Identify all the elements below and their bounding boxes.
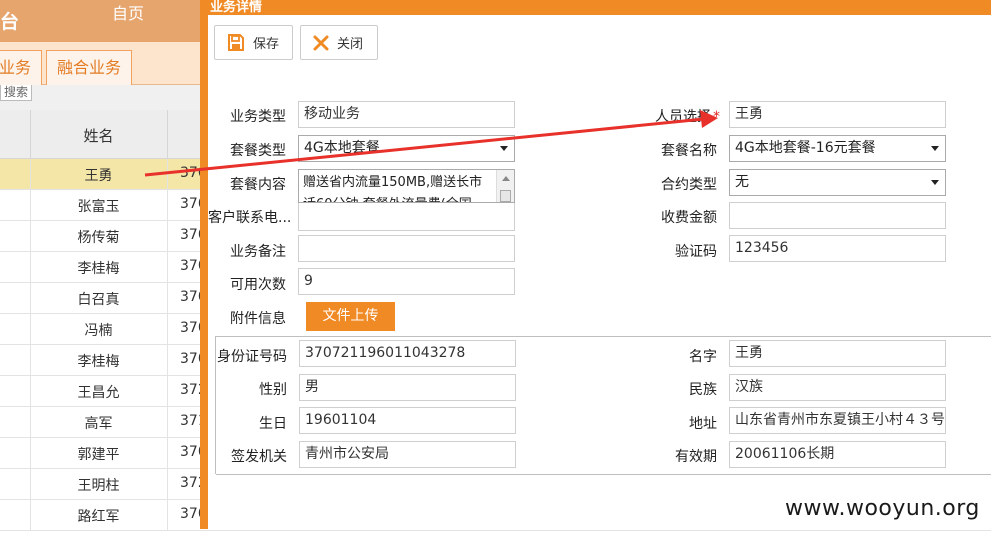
package-name-label: 套餐名称 <box>661 143 717 159</box>
business-note-label: 业务备注 <box>230 244 286 260</box>
birth-date-label: 生日 <box>259 416 287 432</box>
birth-date-field[interactable]: 19601104 <box>299 407 516 434</box>
package-content-line-2: 话60分钟,套餐外流量费(全国 <box>303 194 492 202</box>
row-name-cell: 王昌允 <box>77 385 120 401</box>
row-name-cell: 冯楠 <box>84 323 113 339</box>
usage-count-field[interactable]: 9 <box>298 268 515 295</box>
file-upload-button[interactable]: 文件上传 <box>306 302 395 331</box>
chevron-down-icon <box>931 146 939 151</box>
required-mark: * <box>713 109 720 125</box>
usage-count-label: 可用次数 <box>230 277 286 293</box>
row-name-cell: 白召真 <box>77 292 120 308</box>
save-button-label: 保存 <box>253 37 280 52</box>
id-number-label: 身份证号码 <box>217 349 287 365</box>
address-label: 地址 <box>689 416 717 432</box>
ethnicity-field[interactable]: 汉族 <box>729 374 946 401</box>
row-name-cell: 杨传菊 <box>77 230 120 246</box>
package-content-text: 赠送省内流量150MB,赠送长市 话60分钟,套餐外流量费(全国 <box>303 172 492 202</box>
ethnicity-label: 民族 <box>689 382 717 398</box>
package-content-line-1: 赠送省内流量150MB,赠送长市 <box>303 175 483 190</box>
verification-code-field[interactable]: 123456 <box>729 235 946 262</box>
scroll-up-icon[interactable] <box>502 176 510 181</box>
fee-amount-field[interactable] <box>729 202 946 229</box>
package-name-value: 4G本地套餐-16元套餐 <box>735 140 876 156</box>
chevron-down-icon <box>931 180 939 185</box>
section-divider-bottom <box>216 474 991 475</box>
dialog-title: 业务详情 <box>210 0 263 15</box>
save-icon <box>228 33 244 51</box>
customer-contact-label: 客户联系电... <box>208 210 292 226</box>
row-name-cell: 王明柱 <box>77 478 120 494</box>
fee-amount-label: 收费金额 <box>661 210 717 226</box>
package-name-select[interactable]: 4G本地套餐-16元套餐 <box>729 135 946 162</box>
issuing-authority-label: 签发机关 <box>231 449 287 465</box>
business-type-label: 业务类型 <box>230 109 286 125</box>
business-type-field[interactable]: 移动业务 <box>298 101 515 128</box>
close-icon <box>313 35 329 50</box>
package-type-select[interactable]: 4G本地套餐 <box>298 135 515 162</box>
id-name-label: 名字 <box>689 349 717 365</box>
package-type-label: 套餐类型 <box>230 143 286 159</box>
package-content-label: 套餐内容 <box>230 177 286 193</box>
search-button[interactable]: 搜索 <box>0 85 32 101</box>
business-detail-dialog: 业务详情 保存 关闭 业务类型 移动业务 套餐类型 4G本地套餐 套餐内容 赠送… <box>200 0 991 529</box>
dialog-body: 保存 关闭 业务类型 移动业务 套餐类型 4G本地套餐 套餐内容 赠送省内流量1… <box>208 15 991 529</box>
section-divider-top <box>216 336 991 337</box>
person-select-label: 人员选择 * <box>628 106 720 126</box>
gender-field[interactable]: 男 <box>299 374 516 401</box>
textarea-scrollbar[interactable] <box>496 170 514 202</box>
scroll-grip-icon[interactable] <box>500 190 511 202</box>
contract-type-value: 无 <box>735 174 749 190</box>
row-name-cell: 李桂梅 <box>77 354 120 370</box>
row-name-cell: 王勇 <box>84 168 113 184</box>
tab-business[interactable]: 业务 <box>0 50 43 85</box>
row-name-cell: 路红军 <box>77 509 120 525</box>
gender-label: 性别 <box>259 382 287 398</box>
person-select-label-text: 人员选择 <box>655 109 711 125</box>
issuing-authority-field[interactable]: 青州市公安局 <box>299 441 516 468</box>
app-logo-text: 台 <box>0 11 20 33</box>
id-name-field[interactable]: 王勇 <box>729 340 946 367</box>
validity-label: 有效期 <box>675 449 717 465</box>
package-content-textarea[interactable]: 赠送省内流量150MB,赠送长市 话60分钟,套餐外流量费(全国 <box>298 169 515 203</box>
address-field[interactable]: 山东省青州市东夏镇王小村４３号 <box>729 407 946 434</box>
contract-type-select[interactable]: 无 <box>729 169 946 196</box>
row-name-cell: 高军 <box>84 416 113 432</box>
row-name-cell: 李桂梅 <box>77 261 120 277</box>
package-type-value: 4G本地套餐 <box>304 140 380 156</box>
column-header-name[interactable]: 姓名 <box>30 125 167 146</box>
business-note-field[interactable] <box>298 235 515 262</box>
close-button[interactable]: 关闭 <box>300 25 378 60</box>
validity-field[interactable]: 20061106长期 <box>729 441 946 468</box>
chevron-down-icon <box>500 146 508 151</box>
watermark-text: www.wooyun.org <box>785 496 980 521</box>
attachment-label: 附件信息 <box>230 311 286 327</box>
verification-code-label: 验证码 <box>675 244 717 260</box>
close-button-label: 关闭 <box>337 37 364 52</box>
row-name-cell: 张富玉 <box>77 199 120 215</box>
id-number-field[interactable]: 370721196011043278 <box>299 340 516 367</box>
nav-home-link[interactable]: 自页 <box>112 0 144 24</box>
customer-contact-field[interactable] <box>298 203 515 231</box>
person-select-field[interactable]: 王勇 <box>729 101 946 128</box>
row-name-cell: 郭建平 <box>77 447 120 463</box>
contract-type-label: 合约类型 <box>661 177 717 193</box>
save-button[interactable]: 保存 <box>214 25 293 60</box>
tab-converged-business[interactable]: 融合业务 <box>46 50 133 85</box>
